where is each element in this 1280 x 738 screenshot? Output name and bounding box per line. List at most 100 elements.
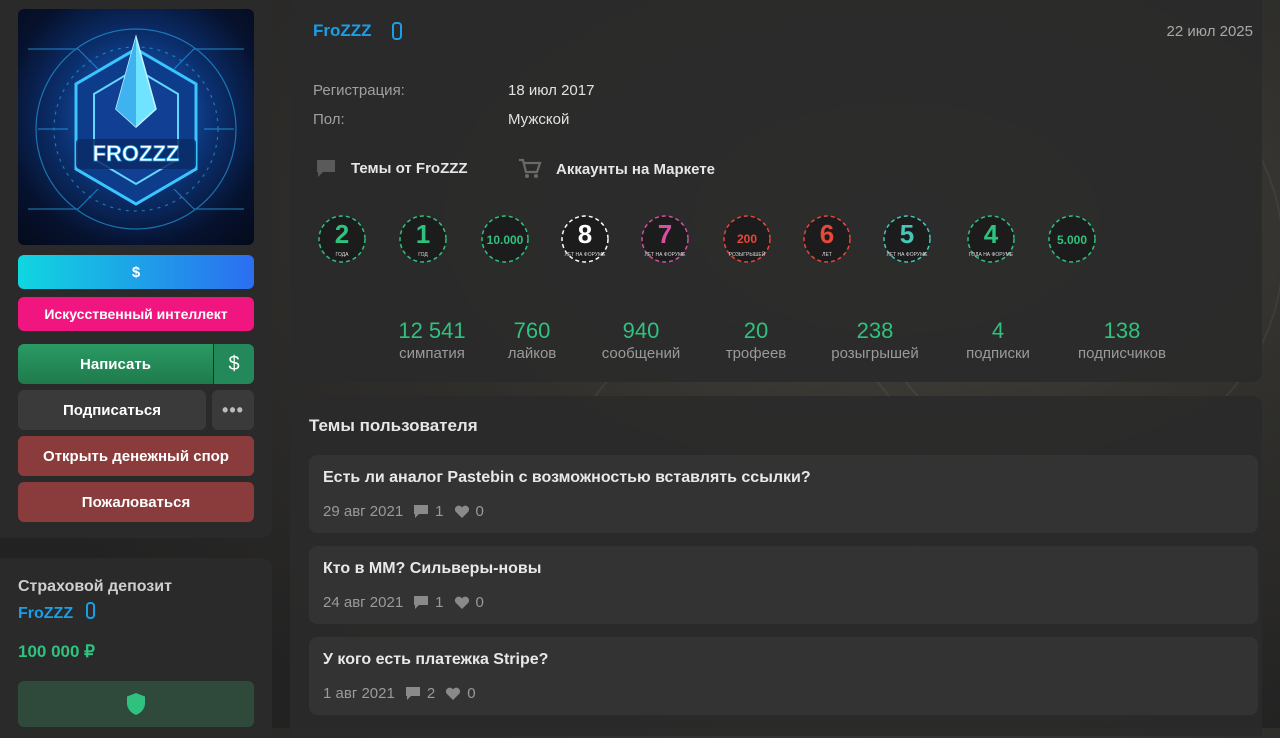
trophy-sub-text: ЛЕТ НА ФОРУМЕ bbox=[887, 252, 929, 258]
stat-giveaways[interactable]: 238 розыгрышей bbox=[824, 318, 926, 364]
donate-button[interactable]: $ bbox=[18, 255, 254, 289]
verified-icon bbox=[392, 22, 402, 40]
thread-date: 24 авг 2021 bbox=[323, 594, 404, 611]
threads-heading: Темы пользователя bbox=[309, 416, 478, 435]
deposit-username-text[interactable]: FroZZZ bbox=[18, 605, 73, 622]
stat-subscriptions[interactable]: 4 подписки bbox=[958, 318, 1038, 364]
stat-likes[interactable]: 760 лайков bbox=[498, 318, 566, 364]
trophy-badge[interactable]: 5.000 bbox=[1047, 214, 1097, 264]
trophy-badge[interactable]: 4 ГОДА НА ФОРУМЕ bbox=[966, 214, 1016, 264]
thread-meta: 1 авг 2021 2 0 bbox=[323, 685, 476, 702]
thread-likes: 0 bbox=[467, 685, 476, 702]
stat-value: 238 bbox=[856, 318, 894, 343]
heart-icon bbox=[454, 596, 470, 610]
trophy-sub-text: ГОД bbox=[418, 252, 428, 258]
chat-icon bbox=[317, 160, 335, 177]
trophy-badge[interactable]: 8 ЛЕТ НА ФОРУМЕ bbox=[560, 214, 610, 264]
stat-value: 12 541 bbox=[398, 318, 466, 343]
market-accounts-label[interactable]: Аккаунты на Маркете bbox=[556, 161, 715, 178]
trophy-badge[interactable]: 7 ЛЕТ НА ФОРУМЕ bbox=[640, 214, 690, 264]
comment-icon bbox=[405, 686, 421, 701]
thread-replies: 1 bbox=[435, 594, 444, 611]
trophy-main-text: 5 bbox=[900, 219, 914, 249]
user-threads-label[interactable]: Темы от FroZZZ bbox=[351, 160, 468, 177]
market-accounts-link[interactable]: Аккаунты на Маркете bbox=[518, 158, 715, 180]
thread-date: 29 авг 2021 bbox=[323, 503, 404, 520]
trophy-badge[interactable]: 5 ЛЕТ НА ФОРУМЕ bbox=[882, 214, 932, 264]
thread-title[interactable]: Кто в ММ? Сильверы-новы bbox=[323, 560, 541, 578]
shield-icon bbox=[127, 693, 145, 715]
trophy-main-text: 5.000 bbox=[1057, 233, 1087, 247]
stat-label: сообщений bbox=[601, 345, 681, 362]
subscribe-button[interactable]: Подписаться bbox=[18, 390, 206, 430]
thread-item[interactable]: Есть ли аналог Pastebin с возможностью в… bbox=[309, 455, 1258, 533]
ai-button[interactable]: Искусственный интеллект bbox=[18, 297, 254, 331]
registration-label: Регистрация: bbox=[313, 82, 405, 99]
trophy-main-text: 6 bbox=[820, 219, 834, 249]
thread-replies: 1 bbox=[435, 503, 444, 520]
trophy-sub-text: ЛЕТ bbox=[822, 252, 832, 258]
trophy-main-text: 10.000 bbox=[487, 233, 524, 247]
stat-value: 940 bbox=[622, 318, 660, 343]
thread-item[interactable]: У кого есть платежка Stripe? 1 авг 2021 … bbox=[309, 637, 1258, 715]
deposit-button[interactable] bbox=[18, 681, 254, 727]
report-button[interactable]: Пожаловаться bbox=[18, 482, 254, 522]
verified-icon bbox=[85, 602, 95, 619]
comment-icon bbox=[413, 504, 429, 519]
trophy-sub-text: ЛЕТ НА ФОРУМЕ bbox=[645, 252, 687, 258]
trophy-main-text: 1 bbox=[416, 219, 430, 249]
thread-date: 1 авг 2021 bbox=[323, 685, 395, 702]
thread-likes: 0 bbox=[475, 594, 484, 611]
thread-meta: 29 авг 2021 1 0 bbox=[323, 503, 484, 520]
thread-title[interactable]: У кого есть платежка Stripe? bbox=[323, 651, 548, 669]
trophy-main-text: 200 bbox=[737, 232, 757, 246]
trophy-sub-text: ГОДА НА ФОРУМЕ bbox=[969, 252, 1014, 258]
profile-info-card: FroZZZ 22 июл 2025 Регистрация: 18 июл 2… bbox=[290, 0, 1262, 382]
trophy-badge[interactable]: 200 РОЗЫГРЫШЕЙ bbox=[722, 214, 772, 264]
trophy-sub-text: ЛЕТ НА ФОРУМЕ bbox=[565, 252, 607, 258]
trophy-main-text: 8 bbox=[578, 219, 592, 249]
avatar: FROZZZ bbox=[18, 9, 254, 245]
deposit-username[interactable]: FroZZZ bbox=[18, 602, 95, 623]
stat-sympathy[interactable]: 12 541 симпатия bbox=[394, 318, 470, 364]
trophy-badge[interactable]: 6 ЛЕТ bbox=[802, 214, 852, 264]
write-message-button[interactable]: Написать bbox=[18, 344, 213, 384]
thread-item[interactable]: Кто в ММ? Сильверы-новы 24 авг 2021 1 0 bbox=[309, 546, 1258, 624]
stat-followers[interactable]: 138 подписчиков bbox=[1070, 318, 1174, 364]
thread-likes: 0 bbox=[475, 503, 484, 520]
gender-label: Пол: bbox=[313, 111, 345, 128]
stat-trophies[interactable]: 20 трофеев bbox=[718, 318, 794, 364]
trophy-badge[interactable]: 10.000 bbox=[480, 214, 530, 264]
insurance-deposit-card: Страховой депозит FroZZZ 100 000 ₽ bbox=[0, 558, 272, 738]
trophy-sub-text: РОЗЫГРЫШЕЙ bbox=[729, 250, 766, 258]
deposit-amount: 100 000 ₽ bbox=[18, 642, 95, 661]
stat-label: трофеев bbox=[725, 345, 787, 362]
stat-label: розыгрышей bbox=[831, 345, 919, 362]
profile-username[interactable]: FroZZZ bbox=[313, 21, 372, 41]
trophy-main-text: 2 bbox=[335, 219, 349, 249]
gender-value: Мужской bbox=[508, 111, 570, 128]
send-money-button[interactable]: $ bbox=[214, 344, 254, 384]
thread-replies: 2 bbox=[426, 685, 436, 702]
heart-icon bbox=[445, 687, 461, 701]
trophy-main-text: 7 bbox=[658, 219, 672, 249]
registration-value: 18 июл 2017 bbox=[508, 82, 595, 99]
more-options-button[interactable]: ••• bbox=[212, 390, 254, 430]
cart-icon bbox=[519, 158, 542, 178]
trophy-badge[interactable]: 1 ГОД bbox=[398, 214, 448, 264]
trophy-main-text: 4 bbox=[984, 219, 999, 249]
stat-messages[interactable]: 940 сообщений bbox=[592, 318, 690, 364]
avatar-logo-text: FROZZZ bbox=[93, 141, 180, 166]
heart-icon bbox=[454, 505, 470, 519]
stat-value: 20 bbox=[743, 318, 769, 343]
deposit-title: Страховой депозит bbox=[18, 578, 172, 595]
profile-sidebar: FROZZZ $ Искусственный интеллект Написат… bbox=[0, 0, 272, 538]
user-threads-link[interactable]: Темы от FroZZZ bbox=[315, 158, 468, 178]
stat-value: 760 bbox=[513, 318, 551, 343]
trophy-badge[interactable]: 2 ГОДА bbox=[317, 214, 367, 264]
stat-value: 4 bbox=[991, 318, 1005, 343]
open-dispute-button[interactable]: Открыть денежный спор bbox=[18, 436, 254, 476]
user-threads-card: Темы пользователя Есть ли аналог Pastebi… bbox=[290, 396, 1262, 736]
thread-title[interactable]: Есть ли аналог Pastebin с возможностью в… bbox=[323, 469, 811, 487]
stat-label: симпатия bbox=[399, 345, 465, 362]
